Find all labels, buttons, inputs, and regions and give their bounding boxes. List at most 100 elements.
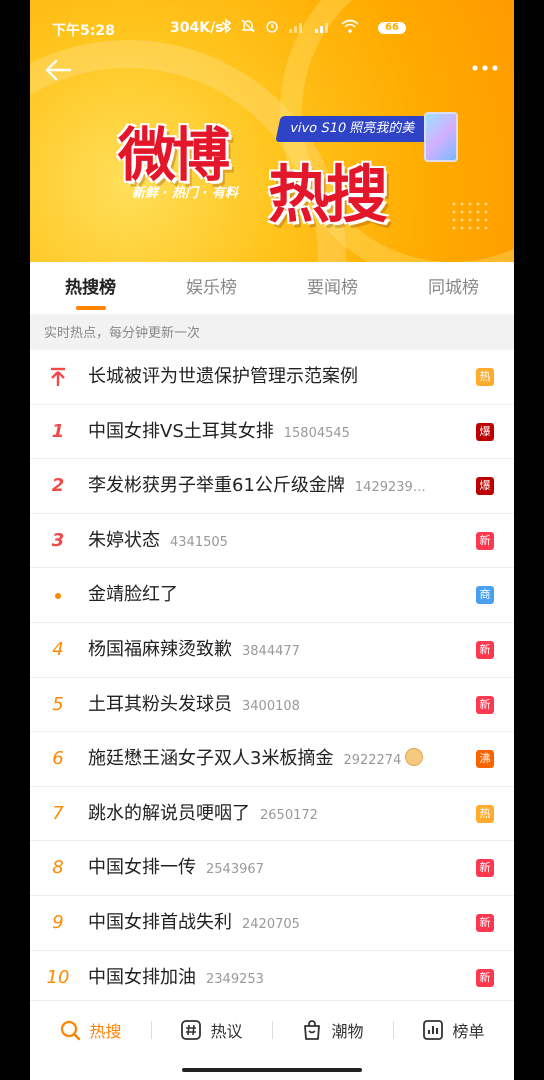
list-item[interactable]: 长城被评为世遗保护管理示范案例 热 [30,350,514,405]
badge-new: 新 [476,859,494,878]
arrow-left-icon [45,59,72,81]
badge-new: 新 [476,531,494,550]
item-count: 15804545 [283,425,350,441]
item-count: 4341505 [170,534,228,550]
phone-image [424,112,458,162]
tab-local[interactable]: 同城榜 [393,262,514,314]
gold-medal-icon [405,748,424,767]
nav-discussion[interactable]: 热议 [151,1001,272,1059]
badge-hot: 热 [476,804,494,823]
item-rank: 1 [51,420,65,442]
list-item[interactable]: 3 朱婷状态 4341505 新 [30,514,514,569]
status-time: 下午5:28 [52,23,115,39]
mute-bell-icon [240,18,256,38]
badge-new: 新 [476,640,494,659]
item-title: 中国女排VS土耳其女排 15804545 [88,420,350,442]
battery-indicator: 66 [378,22,406,34]
tab-entertainment[interactable]: 娱乐榜 [151,262,272,314]
nav-label: 热议 [210,1022,243,1041]
item-count: 2650172 [260,807,318,823]
search-icon [61,1020,81,1041]
bottom-nav: 热搜 热议 潮物 榜单 [30,1000,514,1059]
nav-trends[interactable]: 潮物 [272,1001,393,1059]
promoted-dot-icon [55,593,61,600]
list-item[interactable]: 8 中国女排一传 2543967 新 [30,841,514,896]
list-item[interactable]: 4 杨国福麻辣烫致歉 3844477 新 [30,623,514,678]
badge-new: 新 [476,968,494,987]
home-indicator[interactable] [182,1068,362,1072]
hot-search-list: 长城被评为世遗保护管理示范案例 热 1 中国女排VS土耳其女排 15804545 … [30,350,514,1006]
list-item[interactable]: 6 施廷懋王涵女子双人3米板摘金 2922274 沸 [30,732,514,787]
logo-text-weibo: 微博 [118,121,230,189]
item-title: 土耳其粉头发球员 3400108 [88,693,300,715]
status-icons [220,18,360,38]
badge-boiling: 沸 [476,750,494,769]
chart-icon [423,1020,444,1040]
network-speed: 304K/s [170,20,224,36]
nav-label: 榜单 [452,1022,485,1041]
wifi-icon [340,18,360,38]
list-item[interactable]: 2 李发彬获男子举重61公斤级金牌 1429239… 爆 [30,459,514,514]
badge-new: 新 [476,695,494,714]
item-count: 3400108 [242,698,300,714]
more-dots-icon [472,65,498,71]
list-item[interactable]: 10 中国女排加油 2349253 新 [30,951,514,1006]
item-count: 2922274 [343,753,402,769]
tab-news[interactable]: 要闻榜 [272,262,393,314]
badge-commercial: 商 [476,586,494,605]
item-count: 3844477 [242,643,300,659]
signal-icon [288,18,306,38]
signal-icon-2 [314,18,332,38]
pinned-top-icon [51,367,65,386]
item-count: 1429239… [354,480,426,496]
item-title: 中国女排加油 2349253 [88,966,264,988]
list-item[interactable]: 1 中国女排VS土耳其女排 15804545 爆 [30,405,514,460]
item-rank: 7 [52,802,64,824]
item-title: 杨国福麻辣烫致歉 3844477 [88,638,300,660]
item-title: 长城被评为世遗保护管理示范案例 [88,366,358,387]
tab-hot-search[interactable]: 热搜榜 [30,262,151,314]
nav-label: 潮物 [331,1022,364,1041]
item-title: 中国女排一传 2543967 [88,857,264,879]
screen: 下午5:28 304K/s 66 微博 热搜 新鲜 · 热门 · 有料 vivo… [30,0,514,1080]
list-item[interactable]: 5 土耳其粉头发球员 3400108 新 [30,678,514,733]
item-rank: 4 [52,638,64,660]
item-count: 2420705 [242,916,300,932]
nav-label: 热搜 [89,1022,122,1041]
item-count: 2349253 [206,971,264,987]
item-rank: 5 [52,693,64,715]
badge-hot: 热 [476,368,494,386]
banner-slogan: 新鲜 · 热门 · 有料 [132,186,238,201]
nav-hot-search[interactable]: 热搜 [30,1001,151,1059]
badge-boom: 爆 [476,422,494,441]
ranking-tabs: 热搜榜 娱乐榜 要闻榜 同城榜 [30,262,514,314]
badge-boom: 爆 [476,477,494,496]
item-rank: 3 [51,529,65,551]
list-item[interactable]: 9 中国女排首战失利 2420705 新 [30,896,514,951]
item-title: 金靖脸红了 [88,584,178,606]
more-button[interactable] [470,58,500,78]
alarm-icon [264,18,280,38]
item-title: 跳水的解说员哽咽了 2650172 [88,802,318,824]
list-item[interactable]: 7 跳水的解说员哽咽了 2650172 热 [30,787,514,842]
shopping-bag-icon [304,1020,321,1040]
item-rank: 10 [46,966,70,988]
list-subheader: 实时热点，每分钟更新一次 [30,314,514,350]
weibo-hot-search-logo: 微博 热搜 新鲜 · 热门 · 有料 vivo S10 照亮我的美 [118,104,458,231]
nav-rankings[interactable]: 榜单 [393,1001,514,1059]
back-button[interactable] [44,58,72,82]
item-rank: 8 [52,857,64,879]
item-title: 施廷懋王涵女子双人3米板摘金 2922274 [88,732,424,788]
hashtag-icon [181,1020,202,1040]
bluetooth-icon [220,18,232,38]
item-title: 朱婷状态 4341505 [88,529,228,551]
item-count: 2543967 [206,862,264,878]
item-rank: 2 [51,475,65,497]
status-bar: 下午5:28 304K/s 66 [30,12,514,46]
logo-text-resou: 热搜 [268,158,388,231]
item-title: 中国女排首战失利 2420705 [88,911,300,933]
item-rank: 6 [52,748,64,770]
list-item-promoted[interactable]: 金靖脸红了 商 [30,568,514,623]
item-title: 李发彬获男子举重61公斤级金牌 1429239… [88,475,426,497]
badge-new: 新 [476,913,494,932]
